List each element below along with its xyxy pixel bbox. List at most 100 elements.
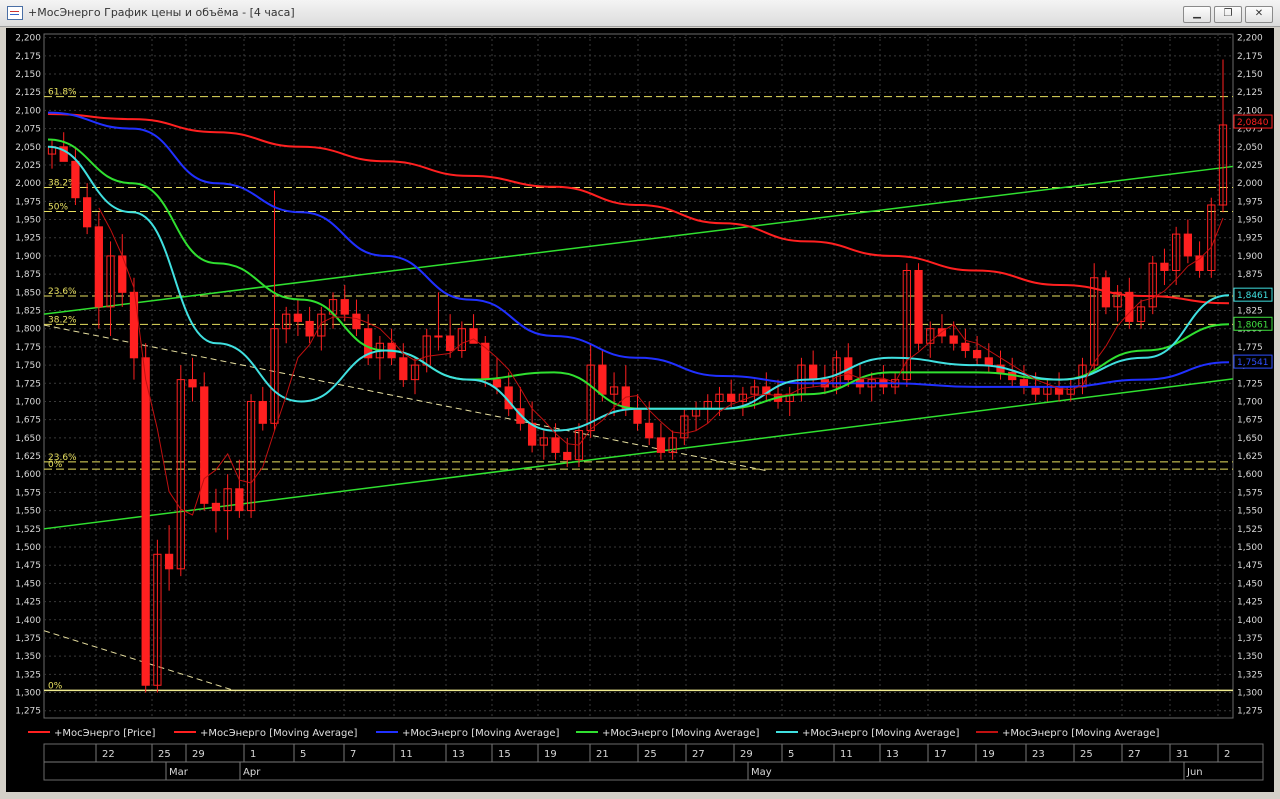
x-tick-label: 5 [300,749,306,760]
candle-body [211,502,221,512]
candle-body [645,422,654,439]
fib-level-label: 50% [48,203,68,213]
y-tick-label-left: 1,325 [15,670,41,680]
candle-body [399,357,408,381]
legend-label: +МосЭнерго [Moving Average] [602,728,759,739]
y-tick-label-right: 1,375 [1237,634,1263,644]
y-tick-label-left: 1,850 [15,288,41,298]
chart-window: +МосЭнерго График цены и объёма - [4 час… [0,0,1280,799]
fib-level-label: 23.6% [48,287,77,297]
minimize-button[interactable]: ▁ [1183,6,1211,23]
candle-body [727,393,736,402]
candle-body [621,386,630,410]
x-tick-label: 22 [102,749,115,760]
y-tick-label-right: 1,600 [1237,470,1263,480]
y-tick-label-left: 1,825 [15,307,41,317]
candle-body [551,437,560,453]
fib-level-label: 0% [48,460,63,470]
chart-panel[interactable]: 2,200 2,200 2,175 2,175 2,150 2,150 2,125 2,125… [6,28,1274,792]
candle-body [914,269,923,344]
y-tick-label-right: 2,025 [1237,161,1263,171]
month-label: Jun [1186,767,1203,778]
y-tick-label-left: 1,775 [15,343,41,353]
x-tick-label: 27 [1128,749,1141,760]
candle-body [984,357,993,366]
y-tick-label-left: 1,525 [15,525,41,535]
candle-body [1125,291,1134,322]
y-tick-label-left: 1,475 [15,561,41,571]
candle-body [258,400,267,424]
y-tick-label-left: 1,800 [15,325,41,335]
y-tick-label-left: 1,600 [15,470,41,480]
y-tick-label-left: 2,200 [15,34,41,44]
legend-label: +МосЭнерго [Moving Average] [1002,728,1159,739]
candle-body [188,379,197,388]
y-tick-label-right: 1,675 [1237,416,1263,426]
candle [141,343,150,693]
y-tick-label-left: 2,175 [15,52,41,62]
window-title: +МосЭнерго График цены и объёма - [4 час… [28,6,295,19]
y-tick-label-right: 1,625 [1237,452,1263,462]
y-tick-label-left: 2,050 [15,143,41,153]
x-tick-label: 17 [934,749,947,760]
legend-label: +МосЭнерго [Price] [54,728,155,739]
price-tag: 1,8461 [1233,287,1273,302]
y-tick-label-right: 1,950 [1237,216,1263,226]
chart-window-icon [7,6,23,20]
y-tick-label-right: 1,500 [1237,543,1263,553]
candle-body [1183,233,1193,257]
y-tick-label-left: 2,100 [15,106,41,116]
restore-button[interactable]: ❐ [1214,6,1242,23]
x-tick-label: 25 [644,749,657,760]
y-tick-label-left: 1,425 [15,598,41,608]
price-tag: 1,7541 [1233,354,1273,369]
candle-body [481,342,490,381]
y-tick-label-left: 1,700 [15,397,41,407]
close-button[interactable]: ✕ [1245,6,1273,23]
y-tick-label-right: 1,350 [1237,652,1263,662]
x-tick-label: 11 [400,749,413,760]
fib-level-label: 0% [48,681,63,691]
candle-body [633,408,642,424]
candle-body [972,350,982,359]
x-tick-label: 19 [982,749,995,760]
candle-body [340,299,349,315]
x-tick-label: 31 [1176,749,1189,760]
y-tick-label-left: 1,500 [15,543,41,553]
y-tick-label-right: 1,400 [1237,616,1263,626]
y-tick-label-right: 1,775 [1237,343,1263,353]
y-tick-label-right: 2,150 [1237,70,1263,80]
y-tick-label-left: 2,000 [15,179,41,189]
y-tick-label-left: 1,300 [15,689,41,699]
y-tick-label-left: 1,725 [15,379,41,389]
x-tick-label: 2 [1224,749,1230,760]
candle-body [492,379,502,388]
candle-body [82,197,92,228]
legend-item: +МосЭнерго [Moving Average] [976,728,1159,739]
x-tick-label: 15 [498,749,511,760]
y-tick-label-left: 1,925 [15,234,41,244]
y-tick-label-right: 1,700 [1237,397,1263,407]
month-label: Apr [243,767,261,778]
x-tick-label: 13 [452,749,465,760]
candle-body [949,335,958,344]
x-tick-label: 23 [1032,749,1045,760]
y-tick-label-left: 1,900 [15,252,41,262]
legend-item: +МосЭнерго [Moving Average] [376,728,559,739]
price-tag: 2,0840 [1233,114,1273,129]
y-tick-label-left: 1,375 [15,634,41,644]
title-bar[interactable]: +МосЭнерго График цены и объёма - [4 час… [0,0,1280,27]
y-tick-label-right: 1,275 [1237,707,1263,717]
candle-body [598,364,607,395]
x-tick-label: 11 [840,749,853,760]
x-tick-label: 1 [250,749,256,760]
price-chart[interactable]: 2,200 2,200 2,175 2,175 2,150 2,150 2,125 2,125… [6,28,1274,792]
y-tick-label-right: 1,875 [1237,270,1263,280]
price-tag: 1,8061 [1233,316,1273,331]
candle-body [305,320,314,337]
y-tick-label-left: 1,750 [15,361,41,371]
y-tick-label-right: 1,550 [1237,507,1263,517]
legend-item: +МосЭнерго [Moving Average] [576,728,759,739]
y-tick-label-left: 1,400 [15,616,41,626]
y-tick-label-right: 2,050 [1237,143,1263,153]
